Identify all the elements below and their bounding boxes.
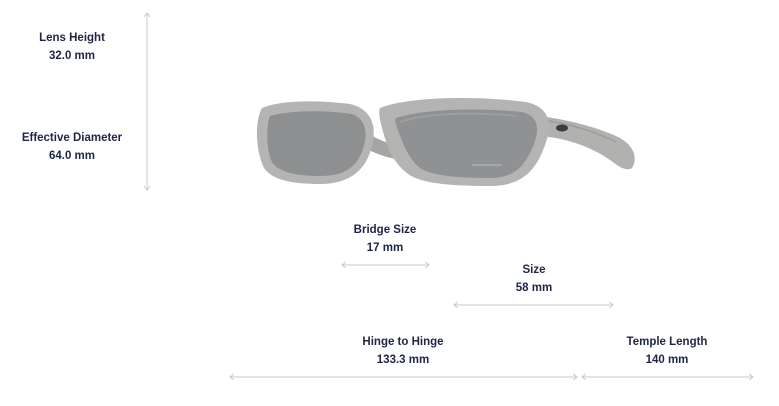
bridge-size-value: 17 mm	[366, 242, 404, 254]
temple-length-line	[581, 373, 754, 381]
temple-length-label: Temple Length	[626, 336, 708, 348]
effective-diameter-label: Effective Diameter	[21, 132, 123, 144]
effective-diameter-measurement: Effective Diameter 64.0 mm	[8, 129, 136, 165]
hinge-to-hinge-line	[229, 373, 578, 381]
bridge-size-measurement: Bridge Size 17 mm	[335, 221, 435, 257]
hinge-to-hinge-measurement: Hinge to Hinge 133.3 mm	[343, 333, 463, 369]
eyewear-product-image	[256, 98, 635, 186]
brand-logo-icon	[556, 124, 568, 132]
bridge-size-line	[341, 261, 430, 269]
bridge-size-label: Bridge Size	[353, 224, 417, 236]
lens-height-measurement: Lens Height 32.0 mm	[14, 29, 130, 65]
size-label: Size	[522, 264, 546, 276]
temple-length-value: 140 mm	[645, 354, 689, 366]
temple-length-measurement: Temple Length 140 mm	[607, 333, 727, 369]
lens-height-label: Lens Height	[39, 32, 105, 44]
hinge-to-hinge-value: 133.3 mm	[376, 354, 430, 366]
lens-height-value: 32.0 mm	[48, 50, 96, 62]
size-measurement: Size 58 mm	[484, 261, 584, 297]
hinge-to-hinge-label: Hinge to Hinge	[362, 336, 444, 348]
size-line	[453, 301, 614, 309]
size-value: 58 mm	[515, 282, 553, 294]
effective-diameter-value: 64.0 mm	[48, 150, 96, 162]
lens-height-line	[143, 12, 151, 191]
